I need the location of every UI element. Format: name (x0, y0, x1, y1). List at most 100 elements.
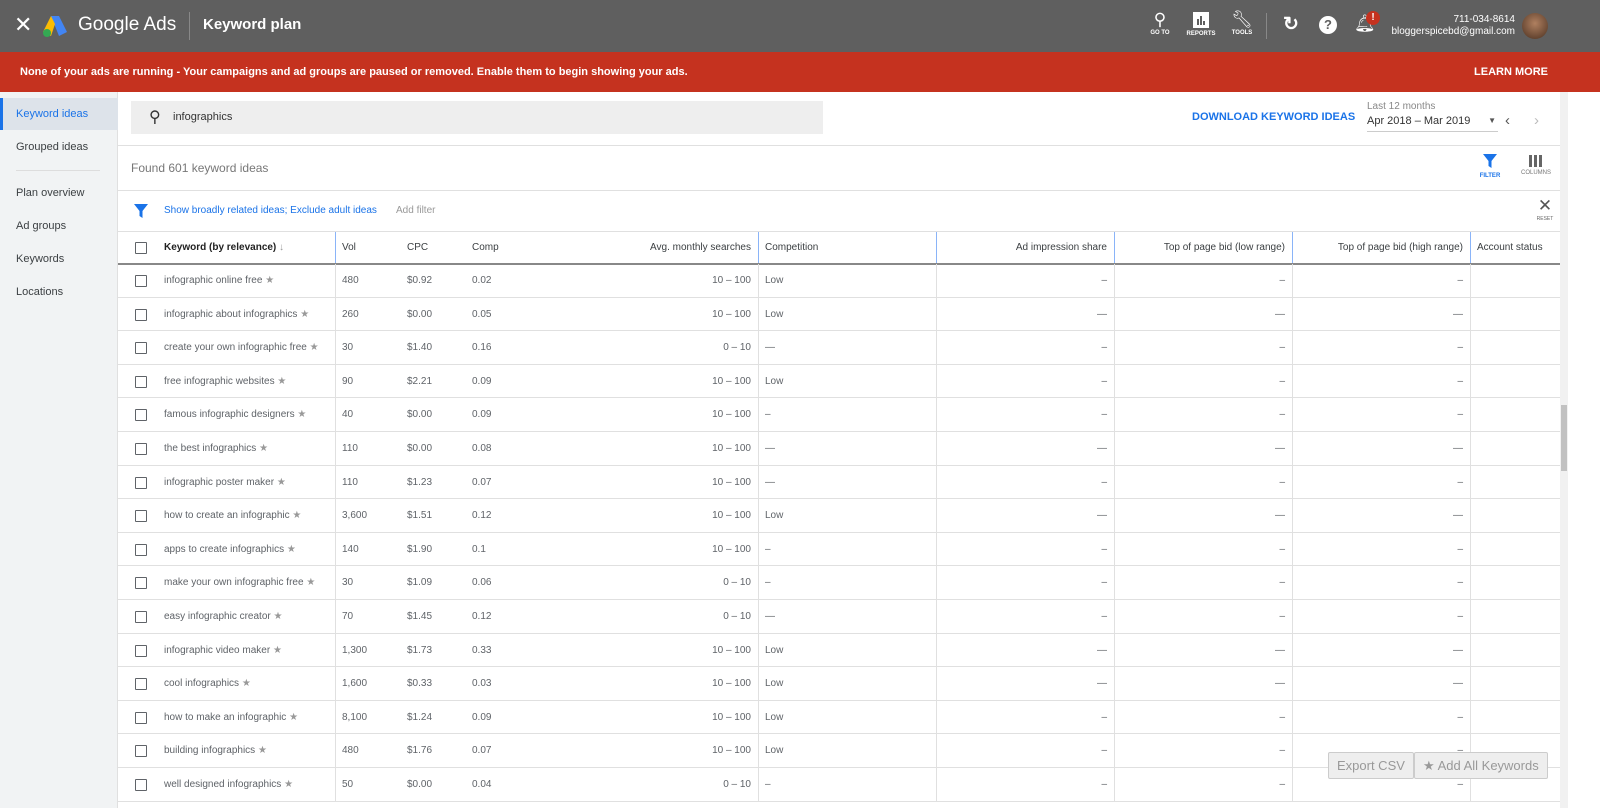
cell-col-8: — (1453, 644, 1463, 656)
tools-button[interactable]: 🔧︎ TOOLS (1226, 10, 1258, 36)
cell-col-5: — (765, 342, 775, 354)
star-icon[interactable]: ★ (242, 678, 251, 689)
download-keyword-ideas-button[interactable]: DOWNLOAD KEYWORD IDEAS (1192, 111, 1355, 123)
cell-col-4: 10 – 100 (712, 678, 751, 690)
filter-button[interactable]: FILTER (1476, 154, 1504, 179)
row-checkbox[interactable] (135, 443, 147, 455)
active-filter-link[interactable]: Show broadly related ideas; Exclude adul… (164, 205, 377, 216)
help-icon[interactable]: ? (1319, 16, 1337, 34)
cell-col-5: Low (765, 275, 784, 286)
star-icon[interactable]: ★ (284, 779, 293, 790)
sidebar-item-ad-groups[interactable]: Ad groups (0, 210, 118, 242)
row-checkbox[interactable] (135, 342, 147, 355)
add-filter-link[interactable]: Add filter (396, 205, 435, 216)
cell-col-1: 1,600 (342, 678, 368, 690)
header-account-status[interactable]: Account status (1477, 232, 1543, 264)
export-csv-button[interactable]: Export CSV (1328, 752, 1414, 779)
refresh-icon[interactable]: ↻ (1283, 13, 1299, 36)
keyword-cell: create your own infographic free ★ (164, 342, 319, 354)
cell-col-7: — (1275, 443, 1285, 454)
row-checkbox[interactable] (135, 543, 147, 556)
reset-button[interactable]: ✕ RESET (1534, 196, 1556, 222)
header-vol[interactable]: Vol (342, 232, 356, 264)
cell-col-1: 110 (342, 476, 358, 488)
scrollbar[interactable] (1560, 92, 1568, 808)
columns-label: COLUMNS (1520, 170, 1551, 176)
wrench-icon: 🔧︎ (1231, 10, 1253, 29)
sidebar-item-grouped-ideas[interactable]: Grouped ideas (0, 131, 118, 163)
header-comp[interactable]: Comp (472, 232, 499, 264)
sidebar-item-locations[interactable]: Locations (0, 276, 118, 308)
header-ad-impression-share[interactable]: Ad impression share (1016, 232, 1107, 264)
cell-col-3: 0.08 (472, 443, 492, 454)
row-checkbox[interactable] (135, 644, 147, 657)
sidebar-item-keyword-ideas[interactable]: Keyword ideas (0, 98, 118, 130)
reports-button[interactable]: REPORTS (1183, 10, 1219, 37)
header-cpc[interactable]: CPC (407, 232, 428, 264)
previous-period-icon[interactable]: ‹ (1505, 112, 1510, 129)
goto-button[interactable]: ⚲ GO TO (1144, 10, 1176, 36)
cell-col-3: 0.12 (472, 510, 492, 522)
select-all-checkbox[interactable] (135, 242, 147, 254)
date-range-select[interactable]: Apr 2018 – Mar 2019 ▼ (1367, 115, 1498, 132)
row-checkbox[interactable] (135, 711, 147, 724)
row-checkbox[interactable] (135, 375, 147, 388)
row-checkbox[interactable] (135, 409, 147, 422)
row-checkbox[interactable] (135, 577, 147, 590)
cell-col-6: – (1101, 476, 1107, 488)
row-checkbox[interactable] (135, 745, 147, 758)
row-checkbox[interactable] (135, 275, 147, 287)
search-input[interactable]: ⚲ infographics (131, 101, 823, 134)
app-name: Google Ads (78, 14, 177, 35)
scrollbar-thumb[interactable] (1561, 405, 1567, 471)
cell-col-8: — (1453, 678, 1463, 690)
star-icon[interactable]: ★ (259, 443, 268, 454)
header-top-bid-low[interactable]: Top of page bid (low range) (1164, 232, 1285, 264)
cell-col-2: $1.90 (407, 543, 433, 555)
star-icon[interactable]: ★ (287, 544, 296, 555)
avatar[interactable] (1522, 13, 1548, 39)
close-icon[interactable]: ✕ (14, 12, 32, 38)
cell-col-2: $1.23 (407, 476, 433, 488)
row-checkbox[interactable] (135, 510, 147, 523)
cell-col-2: $0.00 (407, 779, 433, 790)
next-period-icon[interactable]: › (1534, 112, 1539, 129)
account-info[interactable]: 711-034-8614 bloggerspicebd@gmail.com (1391, 14, 1515, 38)
star-icon[interactable]: ★ (289, 712, 298, 723)
star-icon[interactable]: ★ (273, 645, 282, 656)
row-checkbox[interactable] (135, 476, 147, 489)
cell-col-3: 0.03 (472, 678, 492, 690)
star-icon[interactable]: ★ (306, 577, 315, 588)
keyword-cell: infographic online free ★ (164, 275, 275, 286)
sidebar-item-keywords[interactable]: Keywords (0, 243, 118, 275)
star-icon[interactable]: ★ (274, 611, 283, 622)
row-checkbox[interactable] (135, 611, 147, 623)
star-icon[interactable]: ★ (258, 745, 267, 756)
add-all-keywords-button[interactable]: ★ Add All Keywords (1414, 752, 1548, 779)
columns-button[interactable]: COLUMNS (1518, 155, 1554, 176)
cell-col-4: 10 – 100 (712, 745, 751, 757)
keyword-cell: how to make an infographic ★ (164, 711, 299, 723)
cell-col-6: — (1097, 644, 1107, 656)
header-avg-monthly-searches[interactable]: Avg. monthly searches (650, 232, 751, 264)
cell-col-8: – (1457, 275, 1463, 286)
star-icon[interactable]: ★ (277, 477, 286, 488)
header-keyword[interactable]: Keyword (by relevance) ↓ (164, 232, 284, 264)
cell-col-1: 3,600 (342, 510, 368, 522)
star-icon[interactable]: ★ (300, 309, 309, 320)
keyword-cell: how to create an infographic ★ (164, 510, 302, 522)
goto-label: GO TO (1150, 30, 1170, 36)
header-top-bid-high[interactable]: Top of page bid (high range) (1338, 232, 1463, 264)
row-checkbox[interactable] (135, 678, 147, 691)
header-competition[interactable]: Competition (765, 232, 818, 264)
google-ads-logo-icon (43, 16, 67, 37)
learn-more-link[interactable]: LEARN MORE (1474, 52, 1548, 92)
star-icon[interactable]: ★ (297, 409, 306, 420)
star-icon[interactable]: ★ (292, 510, 301, 521)
star-icon[interactable]: ★ (310, 342, 319, 353)
sidebar-item-plan-overview[interactable]: Plan overview (0, 177, 118, 209)
row-checkbox[interactable] (135, 779, 147, 791)
row-checkbox[interactable] (135, 308, 147, 321)
star-icon[interactable]: ★ (277, 376, 286, 387)
star-icon[interactable]: ★ (265, 275, 274, 286)
